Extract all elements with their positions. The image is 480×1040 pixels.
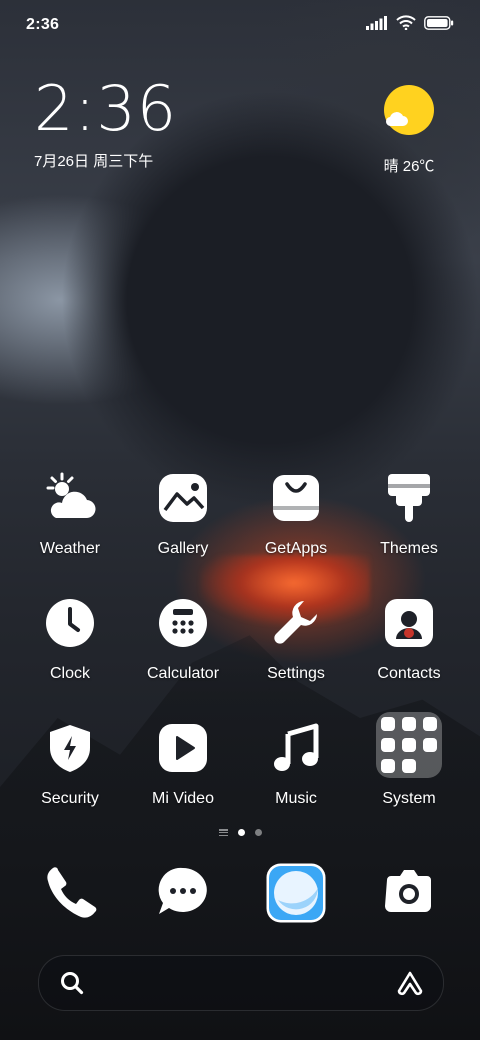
weather-temperature: 晴 26℃ [383,158,435,175]
security-icon [42,720,98,776]
sunny-cloud-icon [370,84,444,145]
calculator-icon [155,595,211,651]
clock-widget[interactable]: 2:36 7月26日 周三下午 [34,78,177,171]
system-folder-icon [376,712,442,778]
app-label: GetApps [264,540,328,557]
app-security[interactable]: Security [14,720,126,808]
page-dot-active[interactable] [237,829,245,836]
themes-icon [381,470,437,526]
app-system-folder[interactable]: System [353,712,465,808]
app-label: Settings [267,665,325,682]
weather-icon [42,470,98,526]
app-weather[interactable]: Weather [14,470,126,558]
gallery-icon [155,470,211,526]
search-bar[interactable] [38,955,444,1011]
messages-icon [143,862,223,927]
music-icon [268,720,324,776]
wifi-icon [396,15,416,35]
app-label: Mi Video [152,790,214,807]
assistant-icon[interactable] [395,970,425,1001]
search-icon[interactable] [59,970,85,1001]
app-label: Themes [380,540,438,557]
status-time: 2:36 [26,16,60,33]
app-label: Calculator [146,665,220,682]
app-label: Contacts [377,665,441,682]
browser-icon [256,862,336,929]
dock-browser[interactable] [256,862,336,929]
camera-icon [369,862,449,927]
getapps-icon [268,470,324,526]
page-dot[interactable] [254,829,262,836]
status-icons [366,15,454,35]
clock-widget-date: 7月26日 周三下午 [34,153,154,170]
app-gallery[interactable]: Gallery [127,470,239,558]
contacts-icon [381,595,437,651]
dock-phone[interactable] [30,862,110,927]
app-settings[interactable]: Settings [240,595,352,683]
battery-icon [424,15,454,35]
app-label: System [382,790,436,807]
dock-messages[interactable] [143,862,223,927]
app-label: Clock [49,665,90,682]
dock-camera[interactable] [369,862,449,927]
app-label: Gallery [157,540,209,557]
app-contacts[interactable]: Contacts [353,595,465,683]
app-label: Music [275,790,317,807]
mi-video-icon [155,720,211,776]
clock-icon [42,595,98,651]
app-label: Security [41,790,99,807]
settings-icon [268,595,324,651]
page-indicator [0,829,480,836]
app-mi-video[interactable]: Mi Video [127,720,239,808]
app-calculator[interactable]: Calculator [127,595,239,683]
app-drawer-lines-icon[interactable] [218,829,228,836]
app-label: Weather [39,540,101,557]
phone-icon [30,862,110,927]
app-clock[interactable]: Clock [14,595,126,683]
app-music[interactable]: Music [240,720,352,808]
weather-widget[interactable]: 晴 26℃ [374,84,444,176]
signal-icon [366,15,388,35]
clock-widget-time: 2:36 [34,72,178,145]
app-themes[interactable]: Themes [353,470,465,558]
app-getapps[interactable]: GetApps [240,470,352,558]
status-bar: 2:36 [0,0,480,52]
